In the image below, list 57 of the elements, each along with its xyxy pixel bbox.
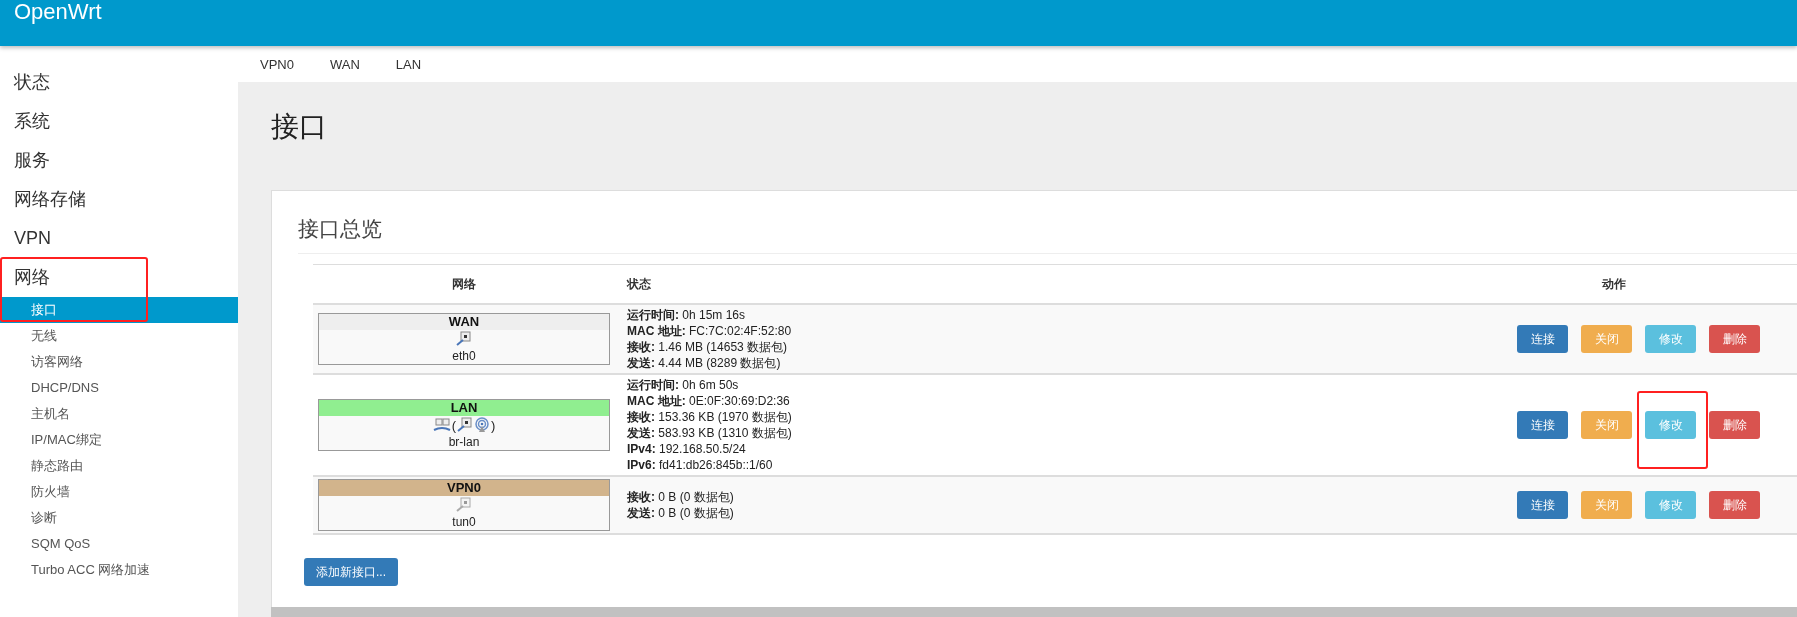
network-port-icon: [456, 331, 472, 347]
wireless-icon: [474, 417, 490, 433]
interface-tab[interactable]: LAN: [395, 56, 440, 72]
sidebar-item[interactable]: 状态: [0, 63, 64, 102]
add-interface-button[interactable]: 添加新接口...: [304, 558, 398, 586]
status-line: 接收: 0 B (0 数据包): [627, 489, 734, 505]
action-button[interactable]: 删除: [1709, 411, 1760, 439]
status-line: MAC 地址: FC:7C:02:4F:52:80: [627, 323, 792, 339]
device-name: tun0: [452, 514, 476, 530]
device-name: br-lan: [448, 434, 480, 450]
column-header: 动作: [1601, 276, 1626, 291]
sidebar-subitem[interactable]: 访客网络: [0, 349, 238, 375]
status-line: 发送: 0 B (0 数据包): [627, 505, 734, 521]
network-port-icon: [456, 497, 472, 513]
horizontal-scrollbar[interactable]: [271, 607, 1797, 617]
sidebar-item[interactable]: 系统: [0, 102, 64, 141]
action-button[interactable]: 删除: [1709, 491, 1760, 519]
sidebar-subitem[interactable]: 防火墙: [0, 479, 238, 505]
action-button[interactable]: 删除: [1709, 325, 1760, 353]
sidebar-item[interactable]: VPN: [0, 219, 65, 258]
column-header: 网络: [451, 276, 476, 291]
action-button[interactable]: 连接: [1517, 411, 1568, 439]
sidebar-subitem[interactable]: IP/MAC绑定: [0, 427, 238, 453]
bracket: (: [451, 417, 456, 433]
action-button[interactable]: 连接: [1517, 491, 1568, 519]
status-line: 运行时间: 0h 6m 50s: [627, 377, 739, 393]
interface-name: VPN0: [319, 480, 609, 496]
sidebar-subitem[interactable]: 主机名: [0, 401, 238, 427]
interface-name: WAN: [319, 314, 609, 330]
interface-name: LAN: [319, 400, 609, 416]
sidebar-subitem[interactable]: Turbo ACC 网络加速: [0, 557, 238, 583]
status-line: IPv6: fd41:db26:845b::1/60: [627, 457, 773, 473]
bridge-icon: [432, 417, 451, 433]
interface-tab[interactable]: VPN0: [260, 56, 312, 72]
status-line: 接收: 1.46 MB (14653 数据包): [627, 339, 788, 355]
device-name: eth0: [452, 348, 476, 364]
sidebar-subitem[interactable]: DHCP/DNS: [0, 375, 238, 401]
status-line: IPv4: 192.168.50.5/24: [627, 441, 746, 457]
page-title: 接口: [271, 110, 328, 144]
interface-tab[interactable]: WAN: [329, 56, 378, 72]
status-line: 接收: 153.36 KB (1970 数据包): [627, 409, 792, 425]
status-line: 运行时间: 0h 15m 16s: [627, 307, 746, 323]
sidebar-subitem[interactable]: 诊断: [0, 505, 238, 531]
sidebar-subitem[interactable]: 无线: [0, 323, 238, 349]
status-line: 发送: 583.93 KB (1310 数据包): [627, 425, 792, 441]
column-header: 状态: [627, 276, 651, 291]
status-line: MAC 地址: 0E:0F:30:69:D2:36: [627, 393, 790, 409]
status-line: 发送: 4.44 MB (8289 数据包): [627, 355, 781, 371]
network-port-icon: [457, 417, 473, 433]
sidebar-item[interactable]: 网络: [0, 258, 64, 297]
bracket: ): [491, 417, 496, 433]
action-button[interactable]: 连接: [1517, 325, 1568, 353]
sidebar-item[interactable]: 服务: [0, 141, 64, 180]
sidebar-subitem[interactable]: 静态路由: [0, 453, 238, 479]
sidebar-item[interactable]: 网络存储: [0, 180, 100, 219]
section-title: 接口总览: [298, 215, 1797, 254]
sidebar-subitem[interactable]: SQM QoS: [0, 531, 238, 557]
